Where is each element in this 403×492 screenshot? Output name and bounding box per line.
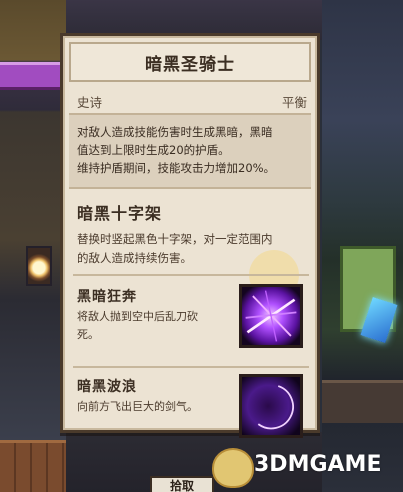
divider: [73, 366, 309, 368]
description-line: 对敌人造成技能伤害时生成黑暗，黑暗: [77, 125, 273, 139]
character-tooltip: 暗黑圣骑士 史诗 平衡 对敌人造成技能伤害时生成黑暗，黑暗 值达到上限时生成20…: [60, 33, 320, 438]
character-name: 暗黑圣骑士: [145, 54, 235, 75]
meta-row: 史诗 平衡: [77, 92, 307, 110]
rarity-label: 史诗: [77, 95, 103, 110]
main-skill-description: 替换时竖起黑色十字架，对一定范围内 的敌人造成持续伤害。: [77, 230, 309, 268]
scene-right-building: [322, 0, 403, 492]
description-line: 的敌人造成持续伤害。: [77, 251, 192, 265]
passive-description: 对敌人造成技能伤害时生成黑暗，黑暗 值达到上限时生成20的护盾。 维持护盾期间，…: [69, 113, 311, 189]
skill-row: 黑暗狂奔 将敌人抛到空中后乱刀砍 死。: [77, 284, 309, 356]
site-watermark: 3DMGAME: [212, 446, 402, 488]
title-bar: 暗黑圣骑士: [69, 42, 311, 82]
dark-slash-icon: [239, 284, 303, 348]
skill-description: 向前方飞出巨大的剑气。: [77, 398, 227, 416]
dark-wave-icon: [239, 374, 303, 438]
pickup-button[interactable]: 拾取: [150, 476, 214, 492]
divider: [73, 274, 309, 276]
type-label: 平衡: [281, 95, 307, 110]
description-line: 替换时竖起黑色十字架，对一定范围内: [77, 232, 273, 246]
watermark-text: 3DMGAME: [254, 452, 382, 477]
lantern-icon: [26, 246, 52, 286]
wooden-board: [322, 380, 403, 423]
wooden-crate: [0, 440, 66, 492]
mascot-icon: [212, 448, 254, 488]
description-line: 值达到上限时生成20的护盾。: [77, 143, 230, 157]
main-skill-name: 暗黑十字架: [77, 204, 163, 223]
purple-shelf: [0, 62, 66, 90]
skill-row: 暗黑波浪 向前方飞出巨大的剑气。: [77, 374, 309, 446]
skill-name: 暗黑波浪: [77, 379, 137, 395]
description-line: 维持护盾期间，技能攻击力增加20%。: [77, 161, 276, 175]
scene-left-building: [0, 0, 66, 492]
skill-description: 将敌人抛到空中后乱刀砍 死。: [77, 308, 227, 344]
description-line: 死。: [77, 328, 99, 341]
skill-name: 黑暗狂奔: [77, 289, 137, 305]
description-line: 向前方飞出巨大的剑气。: [77, 400, 198, 413]
description-line: 将敌人抛到空中后乱刀砍: [77, 310, 198, 323]
